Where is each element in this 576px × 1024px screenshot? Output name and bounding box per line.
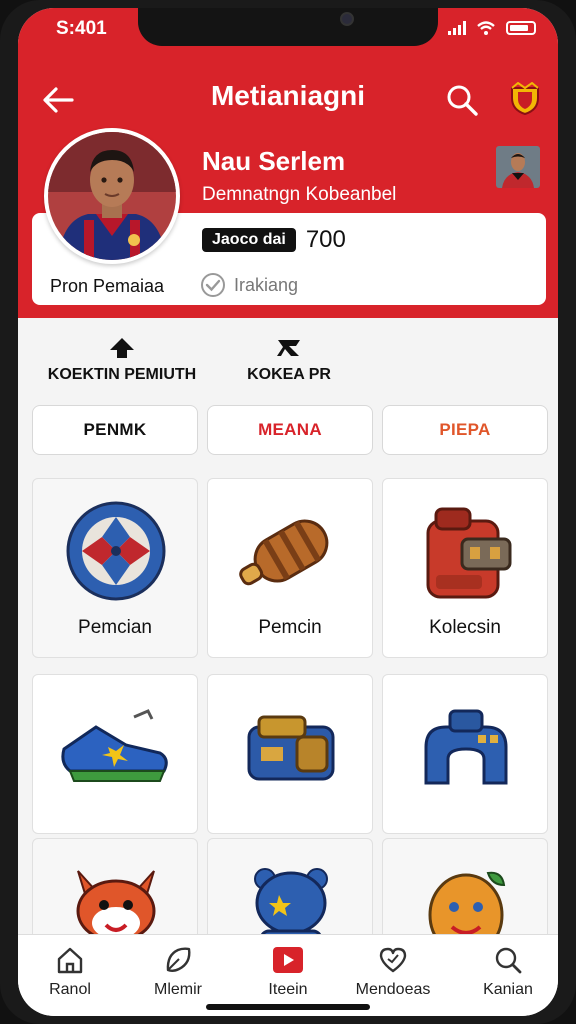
ranking-link[interactable]: Irakiang: [200, 272, 298, 298]
nav-label: Mendoeas: [355, 981, 431, 998]
tile-pemcin[interactable]: Pemcin: [207, 478, 373, 658]
tile-label: Pemcian: [78, 617, 152, 638]
nav-label: Ranol: [49, 981, 91, 998]
points-label: Jaoco dai: [202, 228, 296, 252]
play-icon: [273, 947, 303, 973]
x-swap-icon: [277, 340, 300, 356]
category-kokea[interactable]: KOKEA PR: [214, 336, 364, 384]
ball-icon: [66, 501, 166, 601]
backpack-icon: [426, 507, 512, 599]
blue-backpack-icon: [424, 709, 508, 785]
category-label: KOEKTIN PEMIUTH: [47, 366, 197, 383]
camera-icon: [340, 12, 354, 26]
signal-icon: [448, 21, 466, 35]
filter-meana[interactable]: MEANA: [207, 405, 373, 455]
thumbnail-image: [496, 146, 540, 188]
app-screen: S:401 Metianiagni Nau Serlem Demnatngn K…: [18, 8, 558, 1016]
nav-mlemir[interactable]: Mlemir: [128, 945, 228, 999]
nav-label: Kanian: [483, 981, 533, 998]
capsule-icon: [239, 519, 329, 586]
player-name: Nau Serlem: [202, 146, 346, 176]
shoe-icon: [61, 709, 168, 782]
nav-home[interactable]: Ranol: [20, 945, 120, 999]
profile-link[interactable]: Pron Pemaiaa: [50, 276, 164, 297]
page-title: Metianiagni: [210, 80, 365, 111]
notch: [138, 8, 438, 46]
tile-label: Pemcin: [258, 617, 322, 638]
filter-piepa[interactable]: PIEPA: [382, 405, 548, 455]
category-label: KOKEA PR: [247, 366, 331, 383]
home-indicator[interactable]: [206, 1004, 370, 1010]
status-time: S:401: [56, 18, 107, 39]
team-shield-icon[interactable]: [508, 82, 542, 116]
nav-kanian[interactable]: Kanian: [458, 945, 558, 999]
leaf-icon: [166, 947, 191, 972]
phone-frame: S:401 Metianiagni Nau Serlem Demnatngn K…: [0, 0, 576, 1024]
player-thumbnail[interactable]: [496, 146, 540, 188]
player-subtitle: Demnatngn Kobeanbel: [202, 184, 397, 205]
filter-bar: PENMK MEANA PIEPA: [32, 405, 548, 455]
points-value: 700: [305, 226, 346, 253]
tile-blue-backpack[interactable]: [382, 674, 548, 834]
bag-icon: [247, 715, 335, 781]
heart-icon: [379, 947, 407, 973]
search-icon[interactable]: [444, 82, 480, 118]
battery-icon: [506, 21, 536, 35]
header: S:401 Metianiagni Nau Serlem Demnatngn K…: [18, 8, 558, 318]
tile-shoe[interactable]: [32, 674, 198, 834]
check-circle-icon: [201, 273, 225, 297]
status-icons: [448, 20, 536, 36]
arrow-left-icon[interactable]: [38, 80, 78, 120]
tile-pemcian[interactable]: Pemcian: [32, 478, 198, 658]
tile-kolecsin[interactable]: Kolecsin: [382, 478, 548, 658]
category-row: KOEKTIN PEMIUTH KOKEA PR: [18, 336, 558, 400]
top-bar: Metianiagni: [18, 70, 558, 126]
ranking-label: Irakiang: [234, 274, 299, 295]
nav-label: Iteein: [268, 981, 308, 998]
home-icon: [57, 947, 83, 974]
nav-label: Mlemir: [154, 981, 202, 998]
tile-bag[interactable]: [207, 674, 373, 834]
filter-penmk[interactable]: PENMK: [32, 405, 198, 455]
nav-mendoeas[interactable]: Mendoeas: [343, 945, 443, 999]
category-collection[interactable]: KOEKTIN PEMIUTH: [32, 336, 212, 384]
avatar[interactable]: [44, 128, 180, 264]
search-icon: [495, 947, 522, 974]
wifi-icon: [477, 21, 495, 35]
nav-iteein[interactable]: Iteein: [238, 945, 338, 999]
points-row: Jaoco dai 700: [202, 226, 346, 254]
home-up-icon: [110, 338, 134, 358]
tile-label: Kolecsin: [429, 617, 501, 638]
player-photo: [48, 132, 176, 260]
